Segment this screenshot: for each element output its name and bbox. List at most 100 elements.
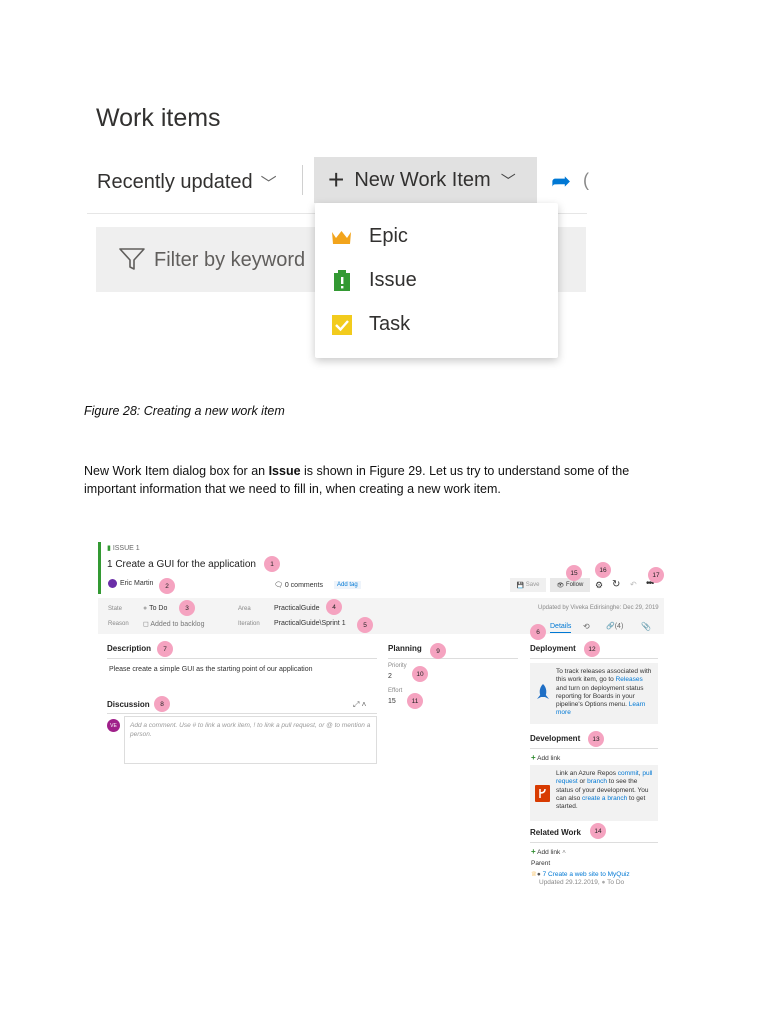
lock-icon: ◻ [143, 621, 149, 628]
comments-label: 0 comments [284, 582, 323, 589]
callout-badge: 13 [588, 731, 604, 747]
section-divider [530, 658, 658, 659]
chevron-down-icon: ˄ [562, 849, 566, 856]
save-button[interactable]: 💾 Save [510, 578, 546, 592]
section-divider [107, 658, 377, 659]
parent-state: To Do [607, 879, 625, 886]
releases-link[interactable]: Releases [616, 676, 643, 683]
filter-input[interactable]: Filter by keyword [154, 249, 305, 272]
comment-icon: 🗨 [274, 582, 283, 589]
callout-badge: 5 [357, 617, 373, 633]
undo-icon[interactable]: ↶ [630, 580, 637, 589]
save-label: Save [525, 582, 540, 588]
branch-link[interactable]: branch [587, 778, 607, 785]
share-arrow-icon[interactable]: ➦ [551, 167, 571, 196]
rocket-icon [537, 684, 549, 699]
figure-caption: Figure 28: Creating a new work item [84, 404, 285, 418]
toolbar-divider [302, 165, 303, 195]
chevron-down-icon: ﹀ [500, 172, 516, 190]
avatar: VE [107, 719, 120, 732]
section-divider [388, 658, 518, 659]
state-field[interactable]: ● To Do [143, 605, 167, 612]
menu-item-epic[interactable]: Epic [331, 225, 408, 248]
development-heading: Development [530, 734, 581, 743]
section-divider [530, 842, 658, 843]
assignee[interactable]: Eric Martin [120, 580, 153, 587]
parent-link[interactable]: 7 Create a web site to MyQuiz [543, 871, 630, 878]
callout-badge: 6 [530, 624, 546, 640]
plus-icon: + [328, 164, 345, 195]
menu-item-label: Epic [369, 225, 408, 247]
tab-links[interactable]: 🔗(4) [606, 622, 623, 630]
related-work-heading: Related Work [530, 828, 581, 837]
gear-icon[interactable]: ⚙ [595, 580, 603, 591]
add-tag-button[interactable]: Add tag [334, 581, 361, 589]
callout-badge: 14 [590, 823, 606, 839]
link-icon: 🔗 [606, 623, 615, 630]
refresh-icon[interactable]: ↻ [612, 579, 620, 590]
section-divider [107, 713, 377, 714]
avatar: ● [536, 871, 541, 878]
plus-icon: + [531, 753, 536, 762]
menu-item-label: Task [369, 313, 411, 335]
menu-item-task[interactable]: Task [331, 313, 410, 336]
clipboard-icon [331, 270, 352, 291]
description-field[interactable]: Please create a simple GUI as the starti… [109, 666, 313, 673]
development-text: Link an Azure Repos commit, pull request… [556, 770, 653, 811]
new-work-item-menu: Epic Issue Task [315, 203, 558, 358]
menu-item-label: Issue [369, 269, 417, 291]
body-paragraph: New Work Item dialog box for an Issue is… [84, 462, 684, 498]
add-link-dropdown[interactable]: + Add link ˄ [531, 847, 566, 856]
comment-placeholder: Add a comment. Use # to link a work item… [130, 722, 371, 738]
commit-link[interactable]: commit [618, 770, 639, 777]
discussion-heading: Discussion [107, 700, 150, 709]
save-icon: 💾 [516, 582, 525, 589]
paragraph-text: New Work Item dialog box for an [84, 464, 269, 478]
callout-badge: 17 [648, 567, 664, 583]
callout-badge: 12 [584, 641, 600, 657]
callout-badge: 7 [157, 641, 173, 657]
state-dot-icon: ● [601, 879, 606, 886]
area-label: Area [238, 606, 251, 612]
area-field[interactable]: PracticalGuide [274, 605, 320, 612]
effort-field[interactable]: 15 [388, 698, 396, 705]
reason-field[interactable]: ◻ Added to backlog [143, 620, 204, 628]
recently-updated-dropdown[interactable]: Recently updated ﹀ [97, 170, 277, 194]
reason-label: Reason [108, 621, 129, 627]
eye-icon: 👁 [556, 582, 565, 589]
iteration-label: Iteration [238, 621, 260, 627]
state-label: State [108, 606, 123, 612]
work-item-form: ▮ ISSUE 1 1 Create a GUI for the applica… [98, 542, 664, 892]
development-text-part: Link an Azure Repos [556, 770, 618, 777]
create-branch-link[interactable]: create a branch [582, 795, 627, 802]
type-tag-text: ISSUE 1 [112, 545, 140, 552]
state-dot-icon: ● [143, 605, 148, 612]
add-link-button[interactable]: + Add link [531, 753, 560, 762]
parent-updated-text: Updated 29.12.2019, [539, 879, 600, 886]
filter-icon [119, 248, 145, 270]
tab-details[interactable]: Details [550, 623, 572, 633]
iteration-field[interactable]: PracticalGuide\Sprint 1 [274, 620, 346, 627]
follow-label: Follow [565, 582, 584, 588]
callout-badge: 16 [595, 562, 611, 578]
work-item-type-bar [98, 542, 101, 594]
expand-icon[interactable]: ⤢ ˄ [353, 700, 366, 710]
recently-updated-label: Recently updated [97, 170, 253, 193]
history-icon[interactable]: ⟲ [583, 622, 590, 631]
section-divider [530, 748, 658, 749]
plus-icon: + [531, 847, 536, 856]
new-work-item-label: New Work Item [354, 168, 491, 191]
callout-badge: 9 [430, 643, 446, 659]
planning-heading: Planning [388, 644, 422, 653]
comments-count[interactable]: 🗨 0 comments [274, 581, 323, 589]
checkbox-icon [331, 314, 352, 335]
effort-label: Effort [388, 688, 403, 694]
attachment-icon[interactable]: 📎 [641, 622, 651, 631]
work-item-title[interactable]: 1 Create a GUI for the application [107, 559, 256, 570]
development-text-part: or [577, 778, 588, 786]
parent-link-row[interactable]: ♕● 7 Create a web site to MyQuiz [531, 870, 630, 878]
menu-item-issue[interactable]: Issue [331, 269, 417, 292]
callout-badge: 2 [159, 578, 175, 594]
new-work-item-button[interactable]: + New Work Item ﹀ [314, 157, 537, 203]
priority-field[interactable]: 2 [388, 673, 392, 680]
